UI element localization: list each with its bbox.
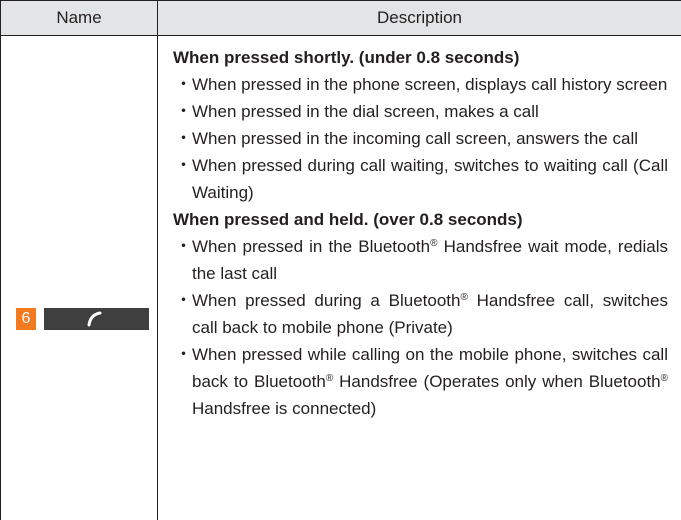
call-button bbox=[44, 308, 149, 330]
table-header: Name Description bbox=[1, 0, 681, 36]
bullet: ・ bbox=[175, 156, 192, 175]
list-item: ・ When pressed in the Bluetooth® Handsfre… bbox=[173, 233, 668, 287]
bullet: ・ bbox=[175, 129, 192, 148]
description-cell: When pressed shortly. (under 0.8 seconds… bbox=[173, 44, 668, 422]
list-item: ・ When pressed during call waiting, switc… bbox=[173, 152, 668, 206]
list-item: ・ When pressed during a Bluetooth® Handsf… bbox=[173, 287, 668, 341]
long-press-heading: When pressed and held. (over 0.8 seconds… bbox=[173, 210, 523, 229]
bullet: ・ bbox=[175, 291, 192, 310]
bullet: ・ bbox=[175, 75, 192, 94]
item-number-badge: 6 bbox=[16, 308, 36, 330]
list-item: ・ When pressed in the phone screen, displ… bbox=[173, 71, 668, 98]
phone-icon bbox=[87, 311, 102, 327]
name-cell: 6 bbox=[1, 36, 157, 520]
list-item: ・ When pressed in the incoming call scree… bbox=[173, 125, 668, 152]
header-description: Description bbox=[376, 8, 463, 27]
header-name: Name bbox=[56, 8, 102, 27]
list-item: ・ When pressed in the dial screen, makes … bbox=[173, 98, 668, 125]
bullet: ・ bbox=[175, 345, 192, 364]
column-divider bbox=[157, 0, 158, 520]
bullet: ・ bbox=[175, 237, 192, 256]
bullet: ・ bbox=[175, 102, 192, 121]
list-item: ・ When pressed while calling on the mobil… bbox=[173, 341, 668, 422]
registered-mark: ® bbox=[660, 373, 668, 384]
short-press-heading: When pressed shortly. (under 0.8 seconds… bbox=[173, 48, 520, 67]
registered-mark: ® bbox=[460, 292, 468, 303]
function-table: Name Description 6 When pressed shortly.… bbox=[0, 0, 681, 520]
